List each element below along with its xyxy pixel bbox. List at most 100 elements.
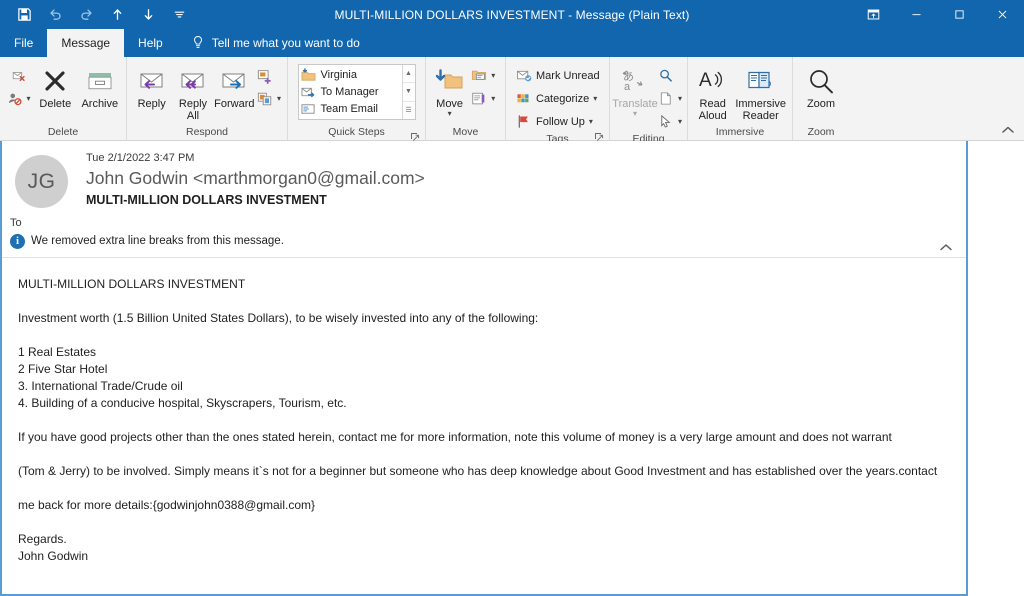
categorize-caret-icon[interactable]: ▾	[593, 95, 597, 103]
quick-step-to-manager[interactable]: To Manager	[301, 83, 402, 100]
quick-step-label: Team Email	[321, 103, 378, 115]
ribbon: ▾ Delete Archive Delete	[0, 57, 1024, 141]
body-signature: John Godwin	[18, 548, 950, 565]
reply-all-label: Reply All	[172, 98, 213, 122]
related-icon	[658, 91, 674, 107]
more-respond-button[interactable]: ▾	[255, 88, 283, 109]
lightbulb-icon	[191, 35, 205, 51]
body-paragraph-2: (Tom & Jerry) to be involved. Simply mea…	[18, 463, 950, 480]
tab-file[interactable]: File	[0, 29, 47, 57]
immersive-reader-icon	[746, 65, 776, 97]
forward-button[interactable]: Forward	[214, 62, 255, 110]
junk-caret-icon[interactable]: ▾	[27, 95, 31, 103]
previous-item-icon[interactable]	[107, 5, 127, 25]
related-button[interactable]: ▾	[656, 88, 684, 109]
list-item: 1 Real Estates	[18, 344, 950, 361]
message-pane: JG Tue 2/1/2022 3:47 PM John Godwin <mar…	[0, 141, 968, 596]
delete-label: Delete	[39, 98, 71, 110]
meeting-button[interactable]	[255, 65, 283, 86]
read-aloud-icon: A	[698, 65, 728, 97]
translate-button[interactable]: あa Translate ▾	[614, 62, 656, 118]
collapse-header-icon[interactable]	[938, 240, 954, 252]
onenote-button[interactable]: ▾	[469, 88, 501, 109]
more-respond-caret-icon[interactable]: ▾	[277, 95, 281, 103]
body-intro: Investment worth (1.5 Billion United Sta…	[18, 310, 950, 327]
ignore-button[interactable]	[9, 65, 29, 86]
read-aloud-label: Read Aloud	[692, 98, 733, 122]
immersive-reader-button[interactable]: Immersive Reader	[733, 62, 788, 122]
onenote-caret-icon[interactable]: ▾	[491, 95, 495, 103]
ribbon-group-tags: Mark Unread Categorize ▾ Follow Up	[505, 57, 609, 140]
quick-steps-gallery[interactable]: Virginia To Manager Team E	[298, 64, 416, 120]
to-label: To	[10, 217, 22, 229]
delete-button[interactable]: Delete	[33, 62, 77, 110]
quick-steps-scrollbar[interactable]: ▲ ▼ ☰	[402, 65, 415, 119]
categorize-button[interactable]: Categorize ▾	[513, 88, 603, 109]
tags-dialog-launcher-icon[interactable]	[594, 129, 604, 139]
zoom-button[interactable]: Zoom	[797, 62, 845, 110]
rules-caret-icon[interactable]: ▾	[491, 72, 495, 80]
body-signoff: Regards.	[18, 531, 950, 548]
message-subject: MULTI-MILLION DOLLARS INVESTMENT	[86, 191, 926, 210]
quick-steps-more[interactable]: ☰	[403, 102, 415, 119]
minimize-icon[interactable]	[895, 0, 938, 29]
redo-icon[interactable]	[76, 5, 96, 25]
maximize-icon[interactable]	[938, 0, 981, 29]
move-icon	[435, 65, 465, 97]
find-button[interactable]	[656, 65, 684, 86]
mark-unread-label: Mark Unread	[536, 70, 600, 82]
rules-button[interactable]: ▾	[469, 65, 501, 86]
move-button[interactable]: Move ▾	[430, 62, 469, 118]
related-caret-icon[interactable]: ▾	[678, 95, 682, 103]
translate-caret-icon[interactable]: ▾	[633, 110, 637, 118]
select-caret-icon[interactable]: ▾	[678, 118, 682, 126]
message-to-field[interactable]: To	[2, 216, 966, 230]
ribbon-display-options-icon[interactable]	[852, 0, 895, 29]
message-body[interactable]: MULTI-MILLION DOLLARS INVESTMENT Investm…	[2, 258, 966, 575]
follow-up-button[interactable]: Follow Up ▾	[513, 111, 603, 132]
body-list: 1 Real Estates 2 Five Star Hotel 3. Inte…	[18, 344, 950, 412]
next-item-icon[interactable]	[138, 5, 158, 25]
reply-label: Reply	[138, 98, 166, 110]
svg-text:A: A	[699, 70, 712, 91]
forward-label: Forward	[214, 98, 254, 110]
quick-step-virginia[interactable]: Virginia	[301, 66, 402, 83]
read-aloud-button[interactable]: A Read Aloud	[692, 62, 733, 122]
quick-steps-scroll-up[interactable]: ▲	[403, 65, 415, 83]
move-to-folder-icon	[301, 68, 316, 82]
ribbon-group-label-immersive: Immersive	[688, 125, 792, 140]
info-icon: i	[10, 234, 25, 249]
customize-quick-access-toolbar-icon[interactable]	[169, 5, 189, 25]
move-caret-icon[interactable]: ▾	[448, 110, 452, 118]
junk-button[interactable]: ▾	[5, 88, 33, 109]
junk-icon	[7, 91, 23, 107]
select-button[interactable]: ▾	[656, 111, 684, 132]
immersive-reader-label: Immersive Reader	[733, 98, 788, 122]
window-controls	[852, 0, 1024, 29]
tab-help[interactable]: Help	[124, 29, 177, 57]
message-sender[interactable]: John Godwin <marthmorgan0@gmail.com>	[86, 166, 926, 190]
reply-all-button[interactable]: Reply All	[172, 62, 213, 122]
info-bar[interactable]: i We removed extra line breaks from this…	[2, 232, 966, 250]
undo-icon[interactable]	[45, 5, 65, 25]
forward-icon	[219, 65, 250, 97]
collapse-ribbon-icon[interactable]	[1000, 123, 1016, 137]
message-header: JG Tue 2/1/2022 3:47 PM John Godwin <mar…	[2, 141, 966, 258]
quick-steps-dialog-launcher-icon[interactable]	[410, 129, 420, 139]
follow-up-caret-icon[interactable]: ▾	[589, 118, 593, 126]
meeting-icon	[257, 68, 273, 84]
body-paragraph-3: me back for more details:{godwinjohn0388…	[18, 497, 950, 514]
reply-button[interactable]: Reply	[131, 62, 172, 110]
ribbon-group-immersive: A Read Aloud Immersive Reader Immersive	[687, 57, 792, 140]
mark-unread-button[interactable]: Mark Unread	[513, 65, 603, 86]
tell-me-search[interactable]: Tell me what you want to do	[177, 29, 360, 57]
archive-button[interactable]: Archive	[78, 62, 122, 110]
select-icon	[658, 114, 674, 130]
quick-step-team-email[interactable]: Team Email	[301, 100, 402, 117]
header-divider	[2, 257, 966, 258]
close-icon[interactable]	[981, 0, 1024, 29]
tab-message[interactable]: Message	[47, 29, 124, 57]
ribbon-group-label-delete: Delete	[0, 125, 126, 140]
quick-steps-scroll-down[interactable]: ▼	[403, 83, 415, 101]
save-icon[interactable]	[14, 5, 34, 25]
